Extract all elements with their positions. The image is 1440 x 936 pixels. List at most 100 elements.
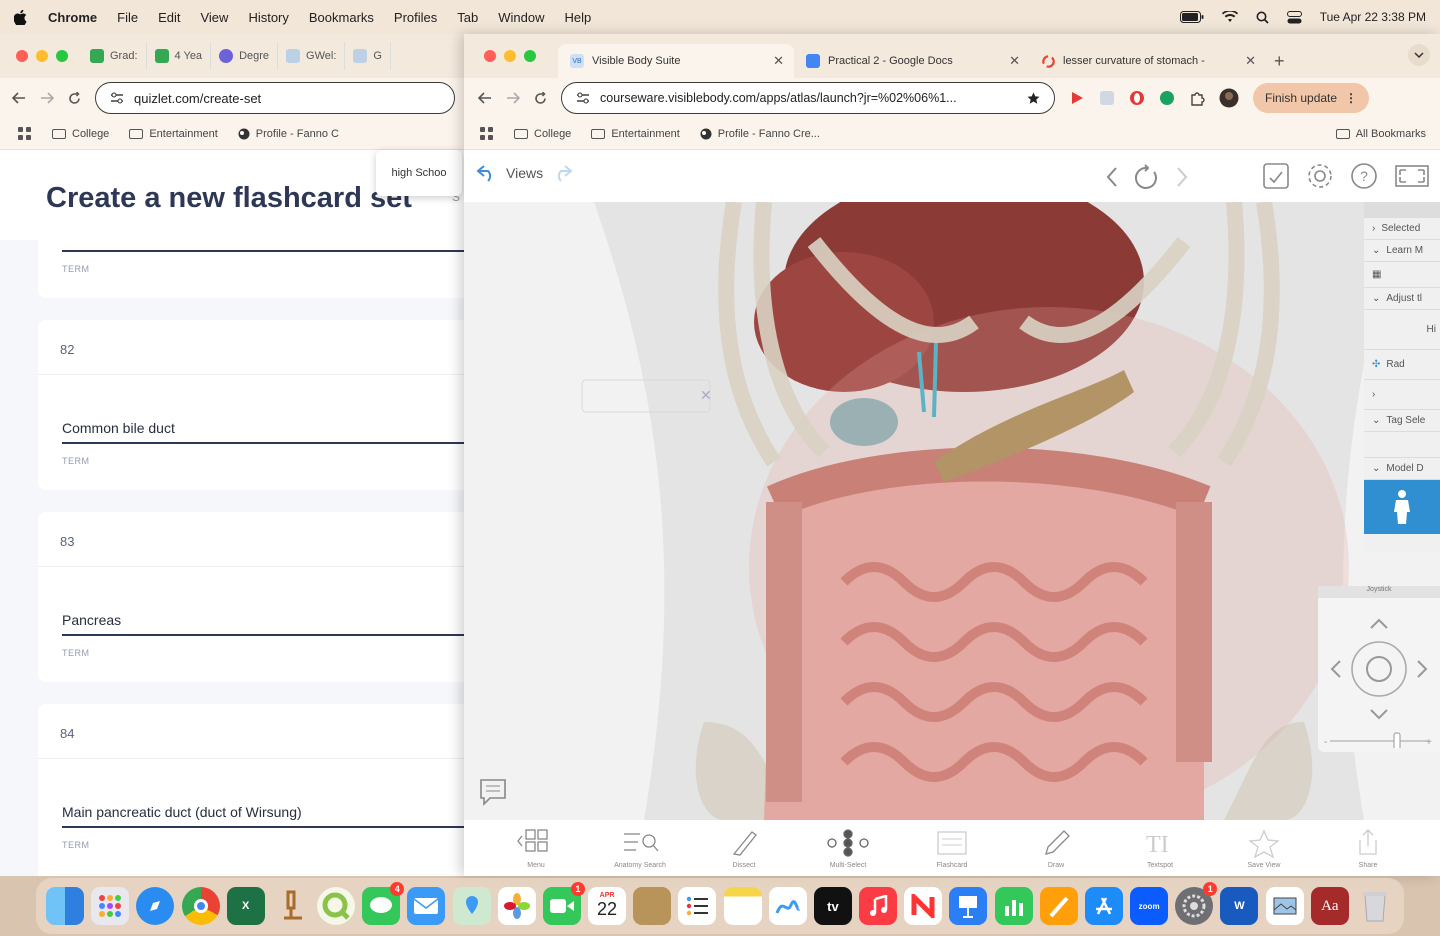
settings-gear-icon[interactable] (1306, 162, 1334, 190)
clock-datetime[interactable]: Tue Apr 22 3:38 PM (1320, 10, 1426, 24)
tab-google-search[interactable]: lesser curvature of stomach - ✕ (1030, 44, 1266, 78)
profile-avatar[interactable] (1219, 88, 1239, 108)
panel-learn[interactable]: ⌄ Learn M (1364, 240, 1440, 262)
freeform-icon[interactable] (768, 887, 807, 925)
zoom-icon[interactable]: zoom (1130, 887, 1169, 925)
apple-icon[interactable] (14, 9, 28, 25)
adblock-extension-icon[interactable] (1069, 90, 1085, 106)
site-settings-icon[interactable] (110, 92, 124, 104)
tab-visible-body[interactable]: VB Visible Body Suite ✕ (558, 44, 794, 78)
close-tab-icon[interactable]: ✕ (773, 53, 784, 69)
back-arrow-icon[interactable] (478, 92, 492, 104)
zoom-window-button[interactable] (524, 50, 536, 62)
pages-icon[interactable] (1039, 887, 1078, 925)
menu-view[interactable]: View (200, 10, 228, 25)
close-tab-icon[interactable]: ✕ (1245, 53, 1256, 69)
close-tab-icon[interactable]: ✕ (1009, 53, 1020, 69)
forward-arrow-icon[interactable] (506, 92, 520, 104)
keynote-icon[interactable] (949, 887, 988, 925)
close-window-button[interactable] (16, 50, 28, 62)
chrome-icon[interactable] (181, 887, 220, 925)
facetime-icon[interactable]: 1 (542, 882, 585, 925)
control-center-icon[interactable] (1286, 10, 1302, 24)
apps-grid-icon[interactable] (18, 126, 32, 141)
panel-hide[interactable]: Hi (1364, 310, 1440, 350)
mail-icon[interactable] (407, 887, 446, 925)
tool-anatomy-search[interactable]: Anatomy Search (595, 828, 685, 869)
tab-degree[interactable]: Degre (211, 42, 279, 70)
word-icon[interactable]: W (1220, 887, 1259, 925)
notes-brown-icon[interactable] (633, 887, 672, 925)
menu-tab[interactable]: Tab (457, 10, 478, 25)
previous-arrow-icon[interactable] (1106, 166, 1118, 188)
extensions-puzzle-icon[interactable] (1189, 90, 1205, 106)
panel-radio[interactable]: ✣ Rad (1364, 350, 1440, 380)
minimize-window-button[interactable] (36, 50, 48, 62)
forward-arrow-icon[interactable] (40, 92, 54, 104)
microscope-app-icon[interactable] (272, 887, 310, 925)
menu-help[interactable]: Help (565, 10, 592, 25)
all-bookmarks[interactable]: All Bookmarks (1335, 128, 1426, 140)
maps-icon[interactable] (452, 887, 491, 925)
left-url-field[interactable]: quizlet.com/create-set (95, 82, 455, 114)
green-extension-icon[interactable] (1159, 90, 1175, 106)
fullscreen-icon[interactable] (1394, 162, 1430, 190)
tool-menu[interactable]: Menu (491, 828, 581, 869)
notes-comment-icon[interactable] (478, 774, 508, 813)
back-arrow-icon[interactable] (12, 92, 26, 104)
notes-icon[interactable] (723, 887, 762, 925)
apple-tv-icon[interactable]: tv (813, 887, 852, 925)
bookmark-profile[interactable]: Profile - Fanno C (238, 128, 339, 140)
zoom-window-button[interactable] (56, 50, 68, 62)
anatomy-3d-viewport[interactable]: ✕ (464, 202, 1440, 820)
messages-icon[interactable]: 4 (362, 882, 405, 925)
finish-update-button[interactable]: Finish update ⋮ (1253, 83, 1370, 113)
help-icon[interactable]: ? (1350, 162, 1378, 190)
photos-icon[interactable] (497, 887, 536, 925)
tool-draw[interactable]: Draw (1011, 828, 1101, 869)
menu-file[interactable]: File (117, 10, 138, 25)
abdominal-anatomy-model[interactable]: ✕ (464, 202, 1440, 820)
tab-google-docs[interactable]: Practical 2 - Google Docs ✕ (794, 44, 1030, 78)
term-input[interactable]: Main pancreatic duct (duct of Wirsung) (62, 804, 302, 820)
battery-icon[interactable] (1179, 11, 1204, 23)
menu-chrome[interactable]: Chrome (48, 10, 97, 25)
bookmark-college[interactable]: College (52, 128, 109, 140)
close-window-button[interactable] (484, 50, 496, 62)
apps-grid-icon[interactable] (480, 126, 494, 141)
trash-icon[interactable] (1356, 887, 1394, 925)
panel-tag-select[interactable]: ⌄ Tag Sele (1364, 410, 1440, 432)
term-input[interactable]: Common bile duct (62, 420, 175, 436)
tool-share[interactable]: Share (1323, 828, 1413, 869)
calendar-icon[interactable]: APR 22 (588, 887, 627, 925)
menu-history[interactable]: History (248, 10, 288, 25)
bookmark-entertainment[interactable]: Entertainment (129, 128, 218, 140)
reminders-icon[interactable] (678, 887, 717, 925)
tab-grad[interactable]: Grad: (82, 42, 147, 70)
reload-icon[interactable] (68, 91, 81, 105)
bookmark-entertainment[interactable]: Entertainment (591, 128, 680, 140)
quiz-icon[interactable] (1262, 162, 1290, 190)
bookmark-college[interactable]: College (514, 128, 571, 140)
bookmark-star-icon[interactable] (1027, 92, 1040, 105)
tab-4-year[interactable]: 4 Yea (147, 42, 212, 70)
model-body-button[interactable] (1364, 480, 1440, 534)
safari-icon[interactable] (136, 887, 175, 925)
tool-flashcard[interactable]: Flashcard (907, 828, 997, 869)
reset-rotate-icon[interactable] (1134, 164, 1160, 190)
menu-bookmarks[interactable]: Bookmarks (309, 10, 374, 25)
menu-edit[interactable]: Edit (158, 10, 180, 25)
views-control[interactable]: Views (476, 164, 573, 182)
reload-icon[interactable] (534, 91, 547, 105)
joystick-control[interactable]: - + (1318, 598, 1440, 750)
bookmark-overflow-popup[interactable]: high Schoo (376, 150, 462, 196)
tab-g[interactable]: G (345, 42, 391, 70)
site-settings-icon[interactable] (576, 92, 590, 104)
right-url-field[interactable]: courseware.visiblebody.com/apps/atlas/la… (561, 82, 1055, 114)
grammar-extension-icon[interactable] (1099, 90, 1115, 106)
tool-save-view[interactable]: Save View (1219, 828, 1309, 869)
next-arrow-icon[interactable] (1176, 166, 1188, 188)
panel-adjust[interactable]: ⌄ Adjust tl (1364, 288, 1440, 310)
launchpad-icon[interactable] (91, 887, 130, 925)
app-store-icon[interactable] (1084, 887, 1123, 925)
